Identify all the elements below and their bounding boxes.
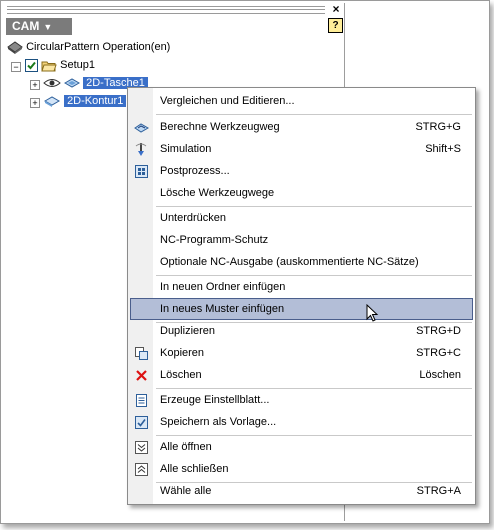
help-button[interactable]: ? [328,18,343,33]
context-menu: Vergleichen und Editieren... Berechne We… [127,87,476,505]
menu-item-shortcut: Shift+S [425,143,461,155]
menu-item-shortcut: STRG+A [416,485,461,497]
menu-item-shortcut: Löschen [419,369,461,381]
menu-item-label: Speichern als Vorlage... [160,416,277,428]
menu-item-setup-sheet[interactable]: Erzeuge Einstellblatt... [130,390,473,411]
expand-operation-button[interactable]: + [30,98,40,108]
tree-operation-item[interactable]: 2D-Kontur1 [43,93,127,109]
menu-item-shortcut: STRG+G [415,121,461,133]
expand-operation-button[interactable]: + [30,80,40,90]
menu-separator [156,435,472,436]
menu-separator [156,388,472,389]
menu-item-label: Optionale NC-Ausgabe (auskommentierte NC… [160,256,419,268]
folder-open-icon [41,61,57,72]
copy-icon [135,347,148,360]
menu-item-delete-toolpaths[interactable]: Lösche Werkzeugwege [130,183,473,204]
menu-item-insert-new-pattern[interactable]: In neues Muster einfügen [130,298,473,322]
tree-root[interactable]: CircularPattern Operation(en) [7,39,170,55]
pocket-operation-icon [64,78,81,88]
tree-operation-label: 2D-Kontur1 [64,95,127,107]
menu-item-optional-nc-output[interactable]: Optionale NC-Ausgabe (auskommentierte NC… [130,252,473,273]
menu-item-compare-edit[interactable]: Vergleichen und Editieren... [130,91,473,112]
menu-item-shortcut: STRG+C [416,347,461,359]
menu-item-generate-toolpath[interactable]: Berechne Werkzeugweg STRG+G [130,117,473,138]
menu-item-insert-new-folder[interactable]: In neuen Ordner einfügen [130,277,473,298]
menu-separator [156,206,472,207]
cam-dropdown[interactable]: CAM ▼ [6,18,72,35]
menu-item-label: Unterdrücken [160,212,227,224]
menu-item-select-all[interactable]: Wähle alle STRG+A [130,481,473,502]
simulation-icon [135,143,147,156]
tree-root-label: CircularPattern Operation(en) [26,41,171,53]
menu-item-label: NC-Programm-Schutz [160,234,269,246]
menu-item-post-process[interactable]: Postprozess... [130,161,473,182]
delete-icon [136,370,147,381]
menu-item-label: Kopieren [160,347,205,359]
menu-item-collapse-all[interactable]: Alle schließen [130,459,473,480]
post-process-icon [135,165,148,178]
menu-item-simulation[interactable]: Simulation Shift+S [130,139,473,160]
collapse-setup-button[interactable]: − [11,62,21,72]
menu-item-delete[interactable]: Löschen Löschen [130,365,473,386]
menu-item-expand-all[interactable]: Alle öffnen [130,437,473,458]
menu-item-copy[interactable]: Kopieren STRG+C [130,343,473,364]
save-template-icon [135,416,148,429]
cam-title-label: CAM [12,19,40,33]
cam-document-icon [7,41,23,55]
setup-sheet-icon [136,394,147,407]
menu-item-save-template[interactable]: Speichern als Vorlage... [130,412,473,433]
tree-setup-label: Setup1 [60,59,95,71]
menu-item-label: Alle öffnen [160,441,212,453]
menu-item-label: In neuen Ordner einfügen [160,281,286,293]
menu-item-label: In neues Muster einfügen [160,303,285,315]
close-panel-button[interactable]: × [330,3,342,15]
checkbox-checked-icon[interactable] [25,58,38,72]
menu-item-label: Wähle alle [160,485,212,497]
menu-item-label: Duplizieren [160,325,216,337]
chevron-down-icon: ▼ [43,22,53,32]
menu-separator [156,114,472,115]
menu-item-suppress[interactable]: Unterdrücken [130,208,473,229]
menu-item-label: Löschen [160,369,202,381]
panel-drag-grip[interactable] [7,6,325,14]
expand-all-icon [135,441,148,454]
menu-item-label: Lösche Werkzeugwege [160,187,275,199]
menu-item-label: Alle schließen [160,463,229,475]
generate-toolpath-icon [134,123,149,133]
eye-icon [43,79,61,88]
menu-separator [156,275,472,276]
menu-item-nc-protect[interactable]: NC-Programm-Schutz [130,230,473,251]
menu-item-duplicate[interactable]: Duplizieren STRG+D [130,321,473,342]
tree-setup[interactable]: Setup1 [25,57,95,73]
menu-item-label: Vergleichen und Editieren... [160,95,295,107]
collapse-all-icon [135,463,148,476]
menu-item-label: Erzeuge Einstellblatt... [160,394,270,406]
contour-operation-icon [43,96,61,108]
menu-item-label: Berechne Werkzeugweg [160,121,280,133]
menu-item-shortcut: STRG+D [416,325,461,337]
menu-item-label: Simulation [160,143,212,155]
menu-item-label: Postprozess... [160,165,230,177]
